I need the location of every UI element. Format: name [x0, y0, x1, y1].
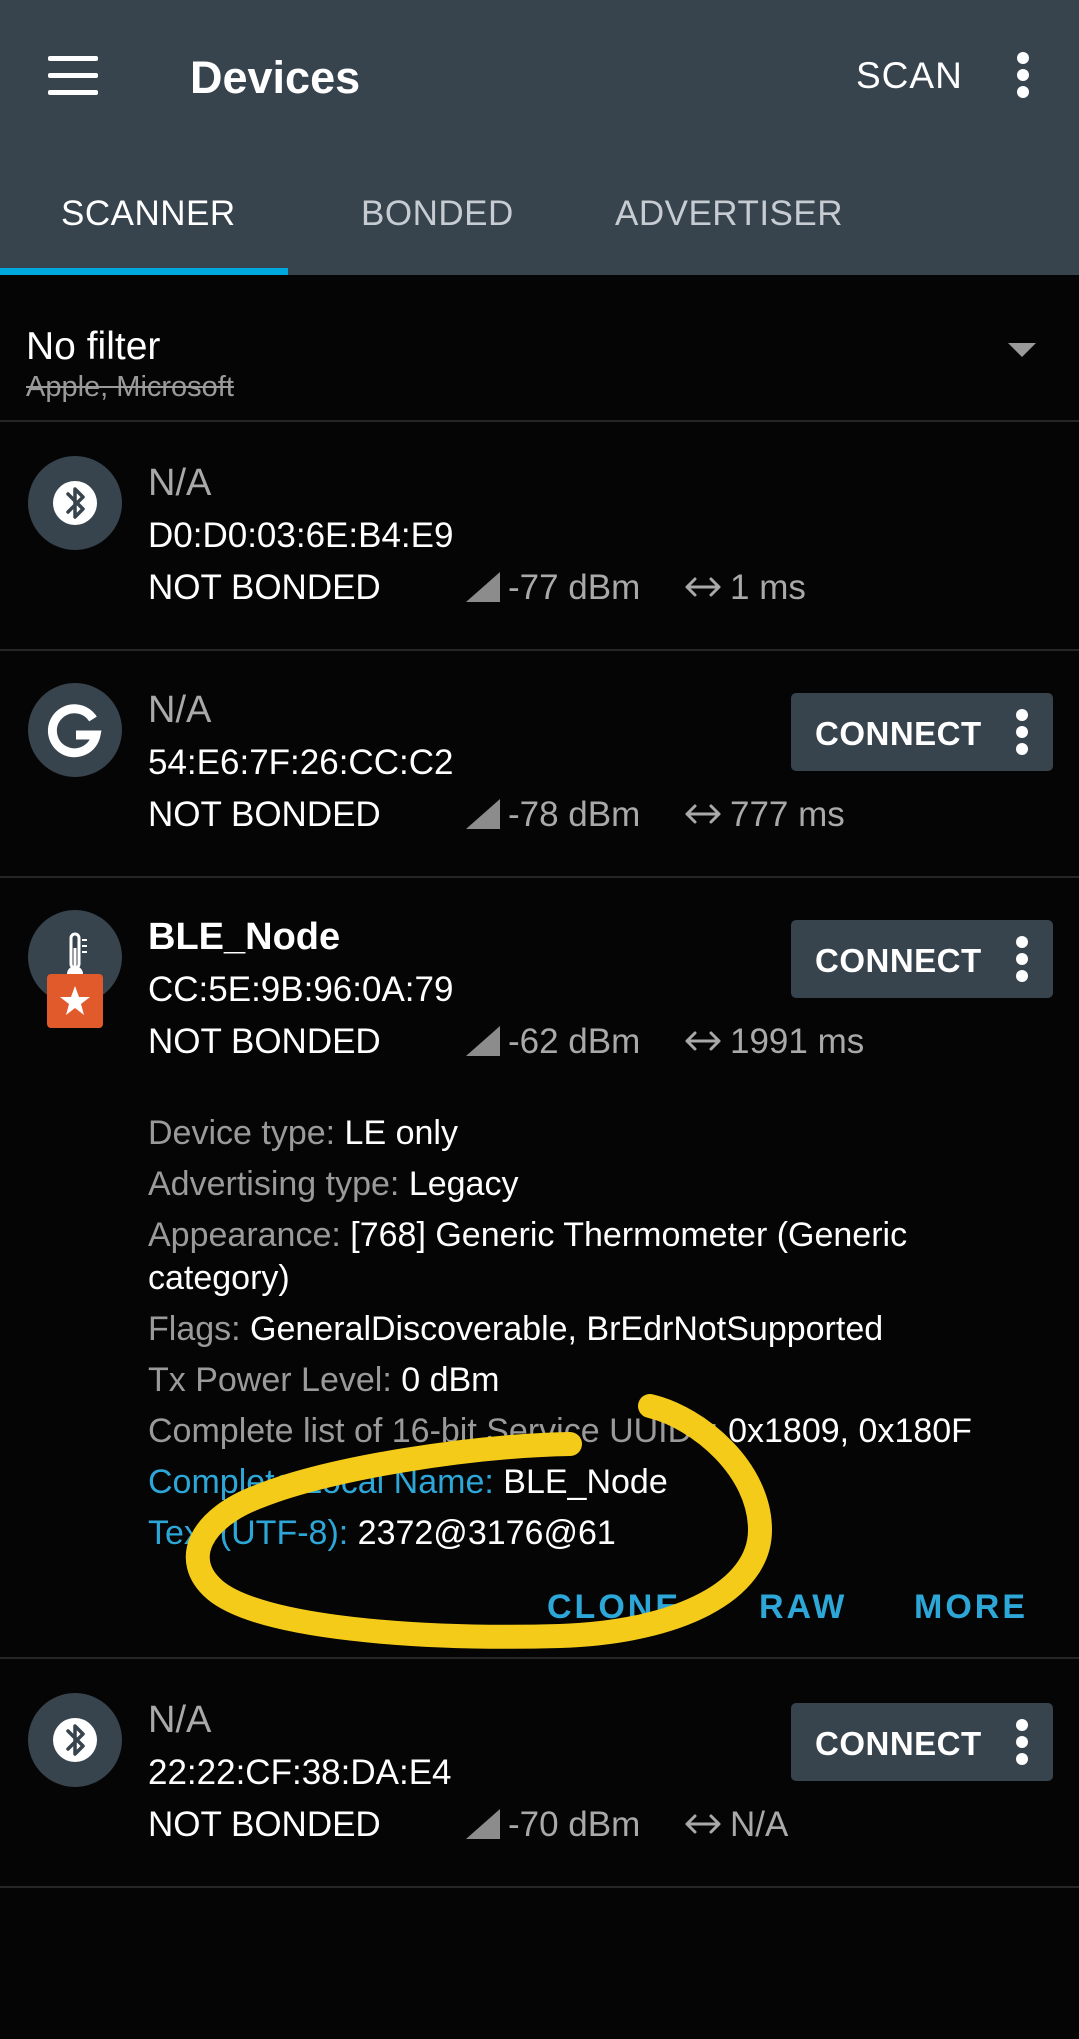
- google-icon: [28, 683, 122, 777]
- detail-flags: Flags: GeneralDiscoverable, BrEdrNotSupp…: [148, 1310, 884, 1348]
- hamburger-menu-icon[interactable]: [48, 56, 98, 96]
- device-name: N/A: [148, 462, 212, 504]
- device-row[interactable]: N/A D0:D0:03:6E:B4:E9 NOT BONDED -77 dBm…: [0, 424, 1079, 651]
- dropdown-arrow-icon[interactable]: [1008, 343, 1036, 357]
- bond-state: NOT BONDED: [148, 568, 381, 607]
- interval-arrows-icon: [685, 1814, 721, 1834]
- filter-subtitle: Apple, Microsoft: [26, 371, 234, 403]
- interval-arrows-icon: [685, 804, 721, 824]
- advertising-interval: 1 ms: [730, 568, 806, 607]
- active-tab-indicator: [0, 268, 288, 275]
- page-title: Devices: [190, 52, 361, 103]
- rssi-value: -77 dBm: [508, 568, 641, 607]
- bond-state: NOT BONDED: [148, 1805, 381, 1844]
- bond-state: NOT BONDED: [148, 1022, 381, 1061]
- device-address: CC:5E:9B:96:0A:79: [148, 970, 454, 1009]
- detail-advertising-type: Advertising type: Legacy: [148, 1165, 519, 1203]
- tab-scanner[interactable]: SCANNER: [61, 194, 236, 234]
- detail-local-name: Complete Local Name: BLE_Node: [148, 1463, 668, 1501]
- signal-strength-icon: [466, 799, 500, 829]
- clone-button[interactable]: CLONE: [547, 1588, 681, 1627]
- bluetooth-icon: [28, 456, 122, 550]
- tab-advertiser[interactable]: ADVERTISER: [615, 194, 843, 234]
- device-row[interactable]: N/A 54:E6:7F:26:CC:C2 NOT BONDED -78 dBm…: [0, 651, 1079, 878]
- filter-bar[interactable]: No filter Apple, Microsoft: [0, 275, 1079, 422]
- rssi-value: -70 dBm: [508, 1805, 641, 1844]
- advertising-interval: 777 ms: [730, 795, 845, 834]
- advertising-interval: N/A: [730, 1805, 789, 1844]
- more-button[interactable]: MORE: [914, 1588, 1028, 1627]
- device-row-expanded[interactable]: BLE_Node CC:5E:9B:96:0A:79 NOT BONDED -6…: [0, 878, 1079, 1659]
- connect-button[interactable]: CONNECT: [791, 920, 1053, 998]
- scan-button[interactable]: SCAN: [856, 55, 963, 97]
- interval-arrows-icon: [685, 1031, 721, 1051]
- device-row[interactable]: N/A 22:22:CF:38:DA:E4 NOT BONDED -70 dBm…: [0, 1661, 1079, 1888]
- raw-button[interactable]: RAW: [759, 1588, 847, 1627]
- tab-bonded[interactable]: BONDED: [361, 194, 514, 234]
- rssi-value: -62 dBm: [508, 1022, 641, 1061]
- connect-button[interactable]: CONNECT: [791, 693, 1053, 771]
- favorite-star-icon: [47, 974, 103, 1028]
- device-options-icon[interactable]: [1007, 1717, 1037, 1767]
- signal-strength-icon: [466, 1026, 500, 1056]
- rssi-value: -78 dBm: [508, 795, 641, 834]
- device-address: D0:D0:03:6E:B4:E9: [148, 516, 454, 555]
- connect-label: CONNECT: [815, 942, 982, 979]
- detail-device-type: Device type: LE only: [148, 1114, 458, 1152]
- device-name: N/A: [148, 689, 212, 731]
- more-options-icon[interactable]: [1008, 50, 1038, 100]
- device-name: BLE_Node: [148, 916, 341, 958]
- device-name: N/A: [148, 1699, 212, 1741]
- advertising-interval: 1991 ms: [730, 1022, 865, 1061]
- detail-tx-power: Tx Power Level: 0 dBm: [148, 1361, 500, 1399]
- signal-strength-icon: [466, 1809, 500, 1839]
- detail-text-utf8: Text (UTF-8): 2372@3176@61: [148, 1514, 616, 1552]
- interval-arrows-icon: [685, 577, 721, 597]
- signal-strength-icon: [466, 572, 500, 602]
- connect-label: CONNECT: [815, 1725, 982, 1762]
- connect-label: CONNECT: [815, 715, 982, 752]
- device-address: 54:E6:7F:26:CC:C2: [148, 743, 454, 782]
- detail-service-uuids: Complete list of 16-bit Service UUIDs: 0…: [148, 1412, 972, 1450]
- connect-button[interactable]: CONNECT: [791, 1703, 1053, 1781]
- device-options-icon[interactable]: [1007, 934, 1037, 984]
- bond-state: NOT BONDED: [148, 795, 381, 834]
- app-bar: Devices SCAN SCANNER BONDED ADVERTISER: [0, 0, 1079, 275]
- detail-appearance: Appearance: [768] Generic Thermometer (G…: [148, 1216, 908, 1297]
- device-address: 22:22:CF:38:DA:E4: [148, 1753, 452, 1792]
- bluetooth-icon: [28, 1693, 122, 1787]
- device-options-icon[interactable]: [1007, 707, 1037, 757]
- filter-title: No filter: [26, 325, 161, 368]
- advertisement-details: Device type: LE only Advertising type: L…: [148, 1108, 1048, 1559]
